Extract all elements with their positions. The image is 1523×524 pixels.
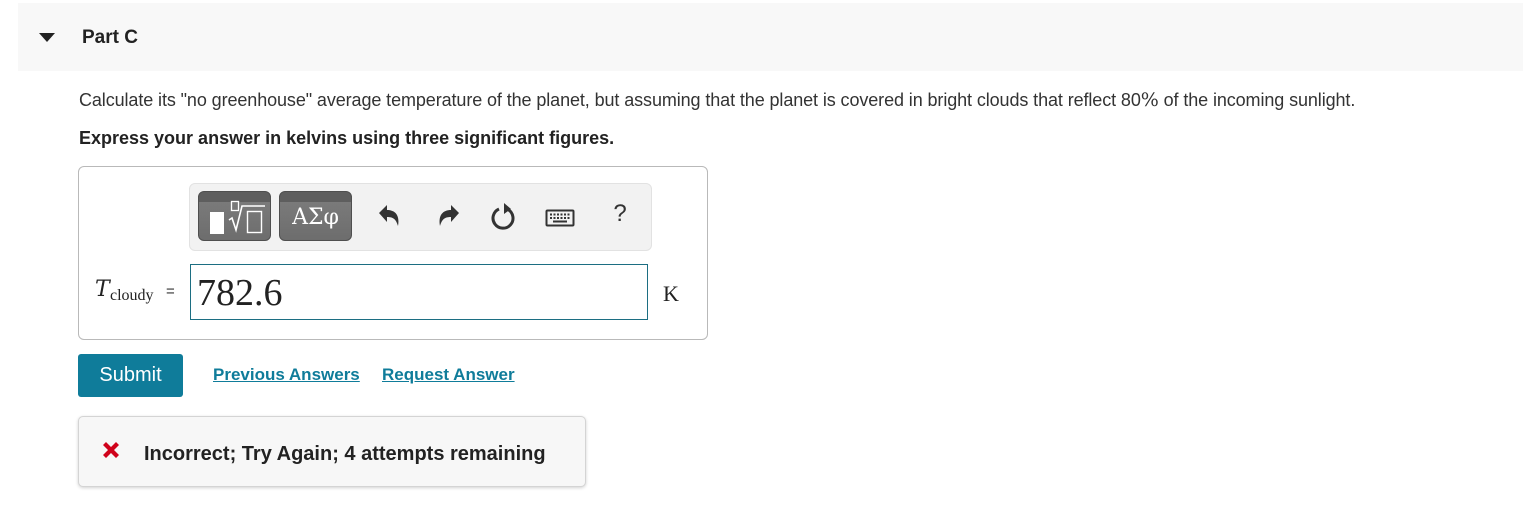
- reset-icon: [491, 203, 515, 230]
- math-toolbar: ΑΣφ ?: [189, 183, 652, 251]
- keyboard-button[interactable]: [545, 202, 575, 232]
- undo-icon: [379, 205, 399, 226]
- question-text: Calculate its "no greenhouse" average te…: [79, 89, 1355, 111]
- redo-button[interactable]: [433, 202, 463, 232]
- variable-symbol: T: [95, 277, 110, 302]
- answer-instruction: Express your answer in kelvins using thr…: [79, 128, 615, 148]
- collapse-caret-icon[interactable]: [39, 33, 55, 42]
- unit-label: K: [663, 281, 679, 306]
- part-header[interactable]: [18, 3, 1523, 71]
- feedback-box: Incorrect; Try Again; 4 attempts remaini…: [78, 416, 586, 487]
- answer-input[interactable]: [190, 264, 648, 320]
- variable-subscript: cloudy: [110, 287, 154, 304]
- symbols-button[interactable]: ΑΣφ: [279, 191, 352, 241]
- templates-button[interactable]: [198, 191, 271, 241]
- reset-button[interactable]: [489, 202, 519, 232]
- question-text-after: of the incoming sunlight.: [1158, 90, 1356, 110]
- feedback-message: Incorrect; Try Again; 4 attempts remaini…: [144, 443, 546, 465]
- request-answer-link[interactable]: Request Answer: [382, 365, 515, 385]
- symbols-label: ΑΣφ: [292, 205, 339, 230]
- previous-answers-link[interactable]: Previous Answers: [213, 365, 360, 385]
- radical-template-icon: [228, 200, 265, 234]
- help-button[interactable]: ?: [608, 200, 632, 230]
- equals-sign: =: [166, 283, 175, 300]
- undo-button[interactable]: [375, 202, 405, 232]
- template-block-icon: [210, 212, 224, 234]
- keyboard-icon: [545, 209, 575, 227]
- redo-icon: [439, 205, 459, 226]
- question-text-before: Calculate its "no greenhouse" average te…: [79, 90, 1141, 110]
- percent-symbol: %: [1140, 89, 1159, 111]
- incorrect-x-icon: [103, 442, 119, 458]
- submit-button[interactable]: Submit: [78, 354, 183, 397]
- part-title[interactable]: Part C: [82, 27, 138, 49]
